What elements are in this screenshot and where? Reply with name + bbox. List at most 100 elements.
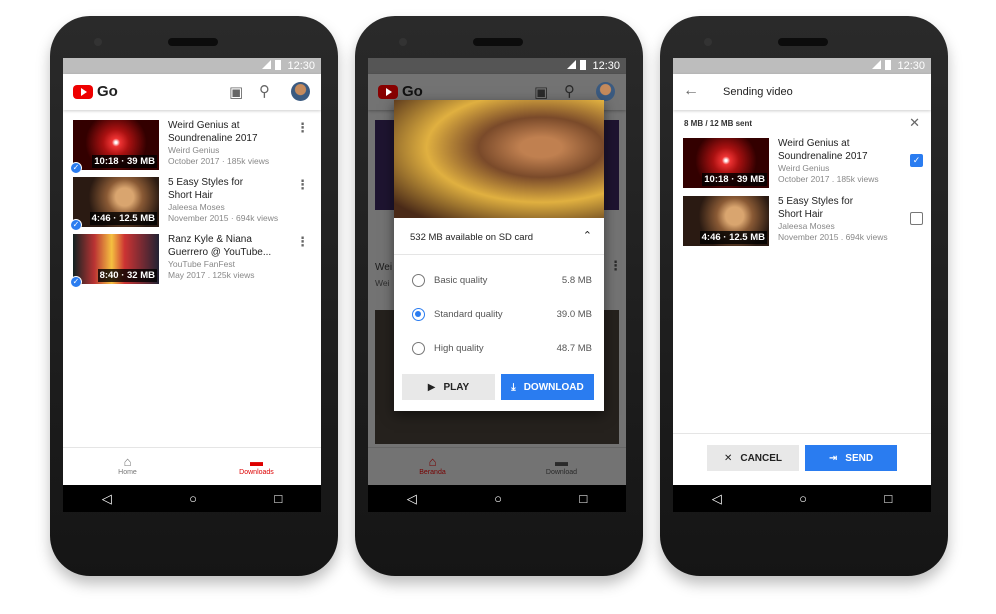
home-circle-icon[interactable]: ○ <box>189 491 197 506</box>
app-bar: Go ▣ ⚲ <box>63 74 321 110</box>
download-icon: ⤓ <box>511 381 516 393</box>
avatar[interactable] <box>291 82 310 101</box>
video-title-line2: Short Hair <box>168 190 214 201</box>
video-thumbnail: 10:18 · 39 MB ✓ <box>70 120 159 174</box>
more-options-icon[interactable]: ⋮ <box>296 177 309 193</box>
recents-icon[interactable]: □ <box>579 491 587 506</box>
search-icon[interactable]: ⚲ <box>259 82 270 100</box>
select-checkbox[interactable]: ✓ <box>910 154 923 167</box>
video-thumbnail: 10:18 · 39 MB <box>683 138 769 188</box>
duration-size-badge: 4:46 · 12.5 MB <box>89 212 157 225</box>
app-name: Go <box>402 83 423 100</box>
youtube-play-icon <box>73 84 93 99</box>
nav-home[interactable]: ⌂ Home <box>63 448 192 485</box>
storage-header[interactable]: 532 MB available on SD card ⌃ <box>394 218 604 255</box>
video-thumbnail: 4:46 · 12.5 MB <box>683 196 769 246</box>
radio-button[interactable] <box>412 342 425 355</box>
channel-name: Weird Genius <box>778 163 830 173</box>
youtube-go-logo: Go <box>378 83 423 100</box>
nav-home: ⌂ Beranda <box>368 448 497 485</box>
duration-size-badge: 10:18 · 39 MB <box>92 155 157 168</box>
recents-icon[interactable]: □ <box>274 491 282 506</box>
video-title: 5 Easy Styles for <box>168 177 244 188</box>
close-icon[interactable]: ✕ <box>909 115 920 131</box>
share-files-icon: ▣ <box>534 84 549 101</box>
battery-icon <box>580 60 587 70</box>
channel-name: Weird Genius <box>168 145 220 155</box>
video-list-item[interactable]: 8:40 · 32 MB ✓ Ranz Kyle & Niana Guerrero … <box>70 234 313 288</box>
video-title: Ranz Kyle & Niana <box>168 234 252 245</box>
quality-option[interactable]: High quality 48.7 MB <box>412 342 592 355</box>
status-bar: 12:30 <box>673 58 931 74</box>
back-arrow-icon[interactable]: ← <box>683 82 699 100</box>
send-icon: ⇥ <box>828 452 838 464</box>
home-circle-icon[interactable]: ○ <box>494 491 502 506</box>
status-bar: 12:30 <box>63 58 321 74</box>
speaker <box>778 38 828 46</box>
cancel-label: CANCEL <box>740 452 783 464</box>
signal-icon <box>872 60 882 69</box>
download-dialog: 532 MB available on SD card ⌃ Basic quali… <box>394 100 604 411</box>
signal-icon <box>262 60 272 69</box>
duration-size-badge: 8:40 · 32 MB <box>97 269 157 282</box>
phone-download-dialog: 12:30 Go ▣ ⚲ Wei Wei ⋮ ⌂ Beranda ▬ Downloa… <box>355 16 643 576</box>
send-button[interactable]: ⇥ SEND <box>805 445 897 471</box>
back-icon[interactable]: ◁ <box>712 491 722 507</box>
back-icon[interactable]: ◁ <box>102 491 112 507</box>
video-title-line2: Guerrero @ YouTube... <box>168 247 272 258</box>
recents-icon[interactable]: □ <box>884 491 892 506</box>
more-options-icon: ⋮ <box>609 258 622 273</box>
video-title-line2: Short Hair <box>778 209 824 220</box>
video-title: 5 Easy Styles for <box>778 196 854 207</box>
nav-downloads: ▬ Download <box>497 448 626 485</box>
video-preview <box>394 100 604 218</box>
phone-sending: 12:30 ← Sending video 8 MB / 12 MB sent … <box>660 16 948 576</box>
duration-size-badge: 10:18 · 39 MB <box>702 173 767 186</box>
home-icon: ⌂ <box>123 454 132 469</box>
screen-dimmed-behind-modal[interactable]: 12:30 Go ▣ ⚲ Wei Wei ⋮ ⌂ Beranda ▬ Downloa… <box>368 58 626 512</box>
video-list-item[interactable]: 4:46 · 12.5 MB ✓ 5 Easy Styles for Short H… <box>70 177 313 231</box>
back-icon[interactable]: ◁ <box>407 491 417 507</box>
nav-downloads[interactable]: ▬ Downloads <box>192 448 321 485</box>
more-options-icon[interactable]: ⋮ <box>296 120 309 136</box>
radio-button[interactable] <box>412 308 425 321</box>
video-info: October 2017 · 185k views <box>168 156 270 166</box>
battery-icon <box>275 60 282 70</box>
quality-label: High quality <box>434 343 484 354</box>
home-icon: ⌂ <box>428 454 437 469</box>
video-list-item[interactable]: 10:18 · 39 MB Weird Genius at Soundrenali… <box>683 138 923 188</box>
storage-text: 532 MB available on SD card <box>410 232 534 243</box>
nav-home-label: Home <box>118 469 137 476</box>
video-info: November 2015 · 694k views <box>168 213 279 223</box>
video-title: Weird Genius at <box>168 120 240 131</box>
more-options-icon[interactable]: ⋮ <box>296 234 309 250</box>
video-list-item[interactable]: 4:46 · 12.5 MB 5 Easy Styles for Short Ha… <box>683 196 923 246</box>
radio-button[interactable] <box>412 274 425 287</box>
share-files-icon[interactable]: ▣ <box>229 83 243 101</box>
youtube-go-logo[interactable]: Go <box>73 83 118 100</box>
speaker <box>473 38 523 46</box>
android-nav-bar: ◁ ○ □ <box>368 485 626 512</box>
video-list-item[interactable]: 10:18 · 39 MB ✓ Weird Genius at Soundrenal… <box>70 120 313 174</box>
chevron-up-icon[interactable]: ⌃ <box>583 229 592 242</box>
home-circle-icon[interactable]: ○ <box>799 491 807 506</box>
signal-icon <box>567 60 577 69</box>
video-info: November 2015 . 694k views <box>778 232 888 242</box>
video-info: October 2017 . 185k views <box>778 174 879 184</box>
quality-size: 48.7 MB <box>556 343 592 354</box>
quality-option[interactable]: Basic quality 5.8 MB <box>412 274 592 287</box>
play-button[interactable]: ▶ PLAY <box>402 374 495 400</box>
quality-option[interactable]: Standard quality 39.0 MB <box>412 308 592 321</box>
status-bar: 12:30 <box>368 58 626 74</box>
download-label: DOWNLOAD <box>523 381 584 393</box>
cancel-button[interactable]: ✕ CANCEL <box>707 445 799 471</box>
downloaded-check-icon: ✓ <box>70 162 82 174</box>
front-camera <box>399 38 407 46</box>
downloaded-check-icon: ✓ <box>70 219 82 231</box>
quality-size: 39.0 MB <box>556 309 592 320</box>
video-thumbnail: 4:46 · 12.5 MB ✓ <box>70 177 159 231</box>
select-checkbox[interactable] <box>910 212 923 225</box>
play-icon: ▶ <box>427 381 436 393</box>
download-button[interactable]: ⤓ DOWNLOAD <box>501 374 594 400</box>
channel-name: Jaleesa Moses <box>168 202 225 212</box>
